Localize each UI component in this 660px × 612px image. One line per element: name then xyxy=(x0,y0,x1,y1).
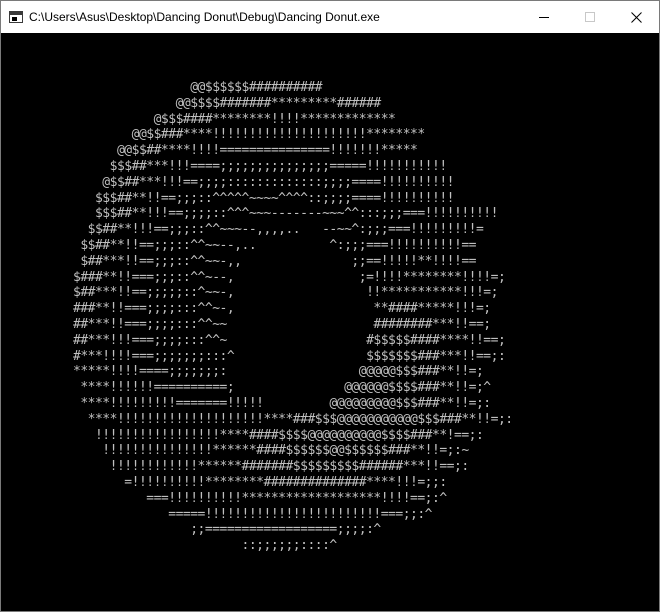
close-icon xyxy=(630,11,642,23)
console-output-area[interactable]: @@$$$$$$########## @@$$$$#######********… xyxy=(1,33,659,611)
console-app-icon xyxy=(9,11,23,23)
window-controls xyxy=(521,1,659,33)
minimize-button[interactable] xyxy=(521,1,567,33)
console-window: C:\Users\Asus\Desktop\Dancing Donut\Debu… xyxy=(0,0,660,612)
ascii-donut: @@$$$$$$########## @@$$$$#######********… xyxy=(73,80,513,554)
title-bar[interactable]: C:\Users\Asus\Desktop\Dancing Donut\Debu… xyxy=(1,1,659,33)
minimize-icon xyxy=(539,17,549,18)
maximize-button[interactable] xyxy=(567,1,613,33)
window-title: C:\Users\Asus\Desktop\Dancing Donut\Debu… xyxy=(29,10,380,24)
close-button[interactable] xyxy=(613,1,659,33)
maximize-icon xyxy=(585,12,595,22)
